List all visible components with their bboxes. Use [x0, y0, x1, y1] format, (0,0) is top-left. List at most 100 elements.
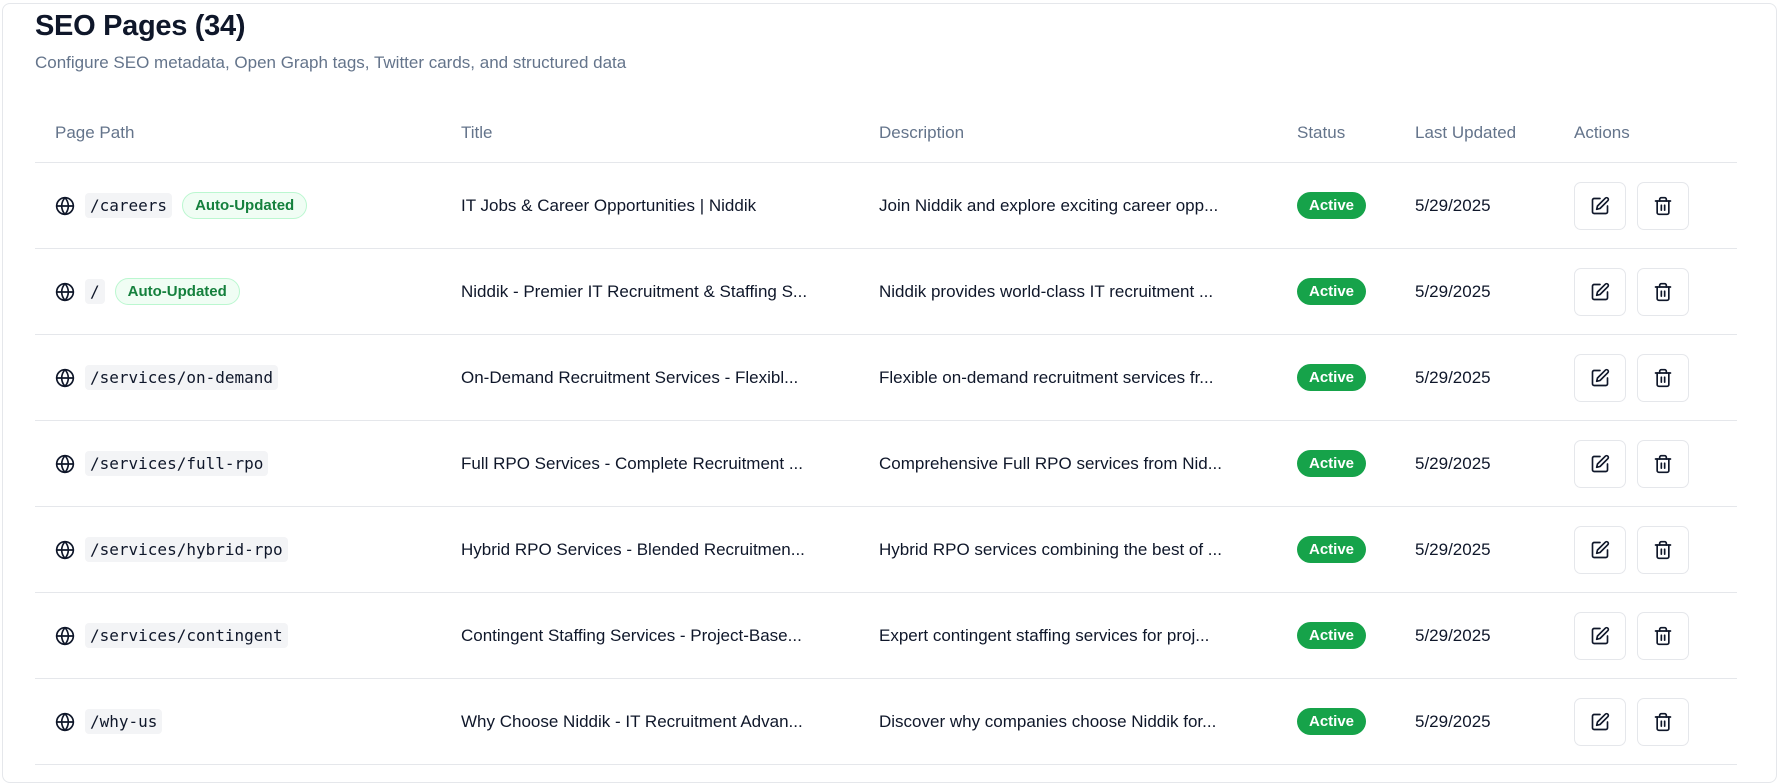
- edit-icon: [1591, 196, 1610, 214]
- globe-icon: [55, 196, 75, 216]
- seo-description: Comprehensive Full RPO services from Nid…: [879, 453, 1222, 473]
- page-header: SEO Pages (34) Configure SEO metadata, O…: [35, 9, 626, 73]
- seo-description: Flexible on-demand recruitment services …: [879, 367, 1214, 387]
- seo-title: Niddik - Premier IT Recruitment & Staffi…: [461, 281, 808, 301]
- globe-icon: [55, 626, 75, 646]
- last-updated: 5/29/2025: [1415, 711, 1491, 731]
- trash-icon: [1654, 368, 1672, 387]
- seo-title: Hybrid RPO Services - Blended Recruitmen…: [461, 539, 805, 559]
- row-actions: [1574, 525, 1689, 574]
- table-row[interactable]: /services/contingent Contingent Staffing…: [35, 593, 1737, 679]
- edit-icon: [1591, 282, 1610, 300]
- edit-button[interactable]: [1574, 353, 1626, 402]
- trash-icon: [1654, 282, 1672, 301]
- last-updated: 5/29/2025: [1415, 281, 1491, 301]
- globe-icon: [55, 282, 75, 302]
- status-cell: Active: [1297, 450, 1415, 477]
- table-row[interactable]: /services/hybrid-rpo Hybrid RPO Services…: [35, 507, 1737, 593]
- status-cell: Active: [1297, 278, 1415, 305]
- trash-icon: [1654, 196, 1672, 215]
- seo-pages-table: Page Path Title Description Status Last …: [35, 104, 1737, 765]
- page-path: /services/hybrid-rpo: [85, 537, 288, 562]
- globe-icon: [55, 712, 75, 732]
- trash-icon: [1654, 454, 1672, 473]
- table-row[interactable]: /services/full-rpo Full RPO Services - C…: [35, 421, 1737, 507]
- auto-updated-badge: Auto-Updated: [114, 278, 240, 305]
- column-header-title: Title: [461, 123, 493, 142]
- row-actions: [1574, 181, 1689, 230]
- delete-button[interactable]: [1637, 697, 1689, 746]
- status-cell: Active: [1297, 708, 1415, 735]
- auto-updated-badge: Auto-Updated: [182, 192, 308, 219]
- last-updated: 5/29/2025: [1415, 367, 1491, 387]
- seo-title: On-Demand Recruitment Services - Flexibl…: [461, 367, 799, 387]
- status-badge: Active: [1297, 708, 1367, 735]
- edit-button[interactable]: [1574, 267, 1626, 316]
- edit-icon: [1591, 368, 1610, 386]
- page-path-cell: /services/on-demand: [35, 365, 461, 390]
- page-path-cell: /services/contingent: [35, 623, 461, 648]
- seo-title: Full RPO Services - Complete Recruitment…: [461, 453, 803, 473]
- status-cell: Active: [1297, 364, 1415, 391]
- edit-button[interactable]: [1574, 525, 1626, 574]
- status-cell: Active: [1297, 192, 1415, 219]
- column-header-status: Status: [1297, 123, 1346, 142]
- page-path: /services/on-demand: [85, 365, 279, 390]
- delete-button[interactable]: [1637, 439, 1689, 488]
- table-row[interactable]: / Auto-Updated Niddik - Premier IT Recru…: [35, 249, 1737, 335]
- seo-description: Discover why companies choose Niddik for…: [879, 711, 1217, 731]
- delete-button[interactable]: [1637, 353, 1689, 402]
- column-header-actions: Actions: [1574, 123, 1630, 142]
- delete-button[interactable]: [1637, 525, 1689, 574]
- status-badge: Active: [1297, 364, 1367, 391]
- row-actions: [1574, 267, 1689, 316]
- column-header-page-path: Page Path: [55, 123, 135, 142]
- row-actions: [1574, 353, 1689, 402]
- column-header-description: Description: [879, 123, 965, 142]
- page-path: /services/full-rpo: [85, 451, 269, 476]
- seo-title: Why Choose Niddik - IT Recruitment Advan…: [461, 711, 803, 731]
- page-path: /why-us: [85, 709, 163, 734]
- edit-icon: [1591, 712, 1610, 730]
- status-cell: Active: [1297, 536, 1415, 563]
- table-row[interactable]: /services/on-demand On-Demand Recruitmen…: [35, 335, 1737, 421]
- globe-icon: [55, 454, 75, 474]
- row-actions: [1574, 611, 1689, 660]
- page-path-cell: / Auto-Updated: [35, 278, 461, 305]
- table-row[interactable]: /careers Auto-Updated IT Jobs & Career O…: [35, 163, 1737, 249]
- table-header: Page Path Title Description Status Last …: [35, 104, 1737, 163]
- last-updated: 5/29/2025: [1415, 539, 1491, 559]
- page-path: /careers: [85, 193, 173, 218]
- edit-button[interactable]: [1574, 697, 1626, 746]
- page-path: /: [85, 279, 105, 304]
- page-path-cell: /services/hybrid-rpo: [35, 537, 461, 562]
- status-cell: Active: [1297, 622, 1415, 649]
- edit-icon: [1591, 454, 1610, 472]
- status-badge: Active: [1297, 536, 1367, 563]
- delete-button[interactable]: [1637, 181, 1689, 230]
- status-badge: Active: [1297, 622, 1367, 649]
- page-path: /services/contingent: [85, 623, 288, 648]
- edit-button[interactable]: [1574, 611, 1626, 660]
- row-actions: [1574, 439, 1689, 488]
- page-subtitle: Configure SEO metadata, Open Graph tags,…: [35, 53, 627, 72]
- page-title: SEO Pages (34): [35, 10, 246, 42]
- seo-title: IT Jobs & Career Opportunities | Niddik: [461, 195, 757, 215]
- seo-description: Expert contingent staffing services for …: [879, 625, 1210, 645]
- edit-button[interactable]: [1574, 181, 1626, 230]
- edit-button[interactable]: [1574, 439, 1626, 488]
- delete-button[interactable]: [1637, 611, 1689, 660]
- status-badge: Active: [1297, 278, 1367, 305]
- table-body: /careers Auto-Updated IT Jobs & Career O…: [35, 163, 1737, 765]
- seo-description: Hybrid RPO services combining the best o…: [879, 539, 1222, 559]
- globe-icon: [55, 368, 75, 388]
- edit-icon: [1591, 540, 1610, 558]
- delete-button[interactable]: [1637, 267, 1689, 316]
- last-updated: 5/29/2025: [1415, 453, 1491, 473]
- table-row[interactable]: /why-us Why Choose Niddik - IT Recruitme…: [35, 679, 1737, 765]
- globe-icon: [55, 540, 75, 560]
- page-path-cell: /services/full-rpo: [35, 451, 461, 476]
- trash-icon: [1654, 540, 1672, 559]
- status-badge: Active: [1297, 450, 1367, 477]
- page-path-cell: /careers Auto-Updated: [35, 192, 461, 219]
